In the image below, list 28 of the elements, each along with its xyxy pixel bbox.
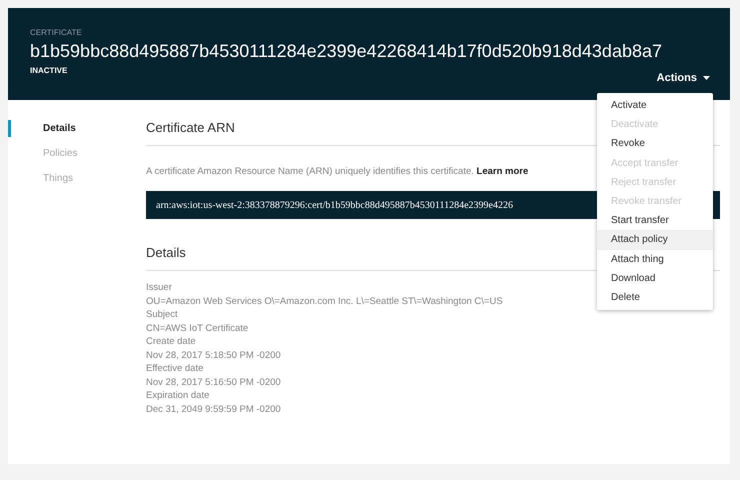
field-label: Effective date bbox=[146, 362, 204, 376]
field-value: CN=AWS IoT Certificate bbox=[146, 322, 248, 335]
field-value: Dec 31, 2049 9:59:59 PM -0200 bbox=[146, 402, 281, 416]
arn-text: arn:aws:iot:us-west-2:383378879296:cert/b1b59bbc88d495887b4530111284e2399e4226 bbox=[156, 200, 513, 210]
menu-item[interactable]: Start transfer bbox=[597, 211, 713, 230]
description-text: A certificate Amazon Resource Name (ARN) uniquely identifies this certificate. bbox=[146, 166, 474, 177]
field-value: OU=Amazon Web Services O\=Amazon.com Inc. L\=Seattle ST\=Washington C\=US bbox=[146, 294, 503, 308]
section-heading: Details bbox=[146, 245, 186, 260]
field-label: Expiration date bbox=[146, 389, 210, 402]
certificate-title: b1b59bbc88d495887b4530111284e2399e42268414b17f0d520b918d43dab8a7 bbox=[30, 41, 663, 62]
field-value: Nov 28, 2017 5:16:50 PM -0200 bbox=[146, 376, 281, 389]
field-value: Nov 28, 2017 5:18:50 PM -0200 bbox=[146, 348, 281, 362]
menu-item[interactable]: Attach thing bbox=[597, 250, 713, 269]
menu-item[interactable]: Attach policy bbox=[597, 230, 713, 250]
actions-button[interactable]: Actions bbox=[656, 72, 710, 84]
menu-item[interactable]: Revoke bbox=[597, 134, 713, 154]
field-label: Subject bbox=[146, 308, 178, 322]
status-label: INACTIVE bbox=[30, 66, 68, 75]
menu-item[interactable]: Download bbox=[597, 268, 713, 288]
page-label: CERTIFICATE bbox=[30, 28, 83, 37]
learn-more-link[interactable]: Learn more bbox=[476, 166, 528, 177]
menu-item[interactable]: Delete bbox=[597, 288, 713, 308]
menu-item[interactable]: Activate bbox=[597, 96, 713, 116]
section-heading: Certificate ARN bbox=[146, 120, 235, 135]
caret-icon bbox=[703, 76, 710, 80]
field-label: Create date bbox=[146, 335, 196, 348]
sidebar-item[interactable]: Details bbox=[8, 120, 146, 137]
field-label: Issuer bbox=[146, 281, 172, 294]
